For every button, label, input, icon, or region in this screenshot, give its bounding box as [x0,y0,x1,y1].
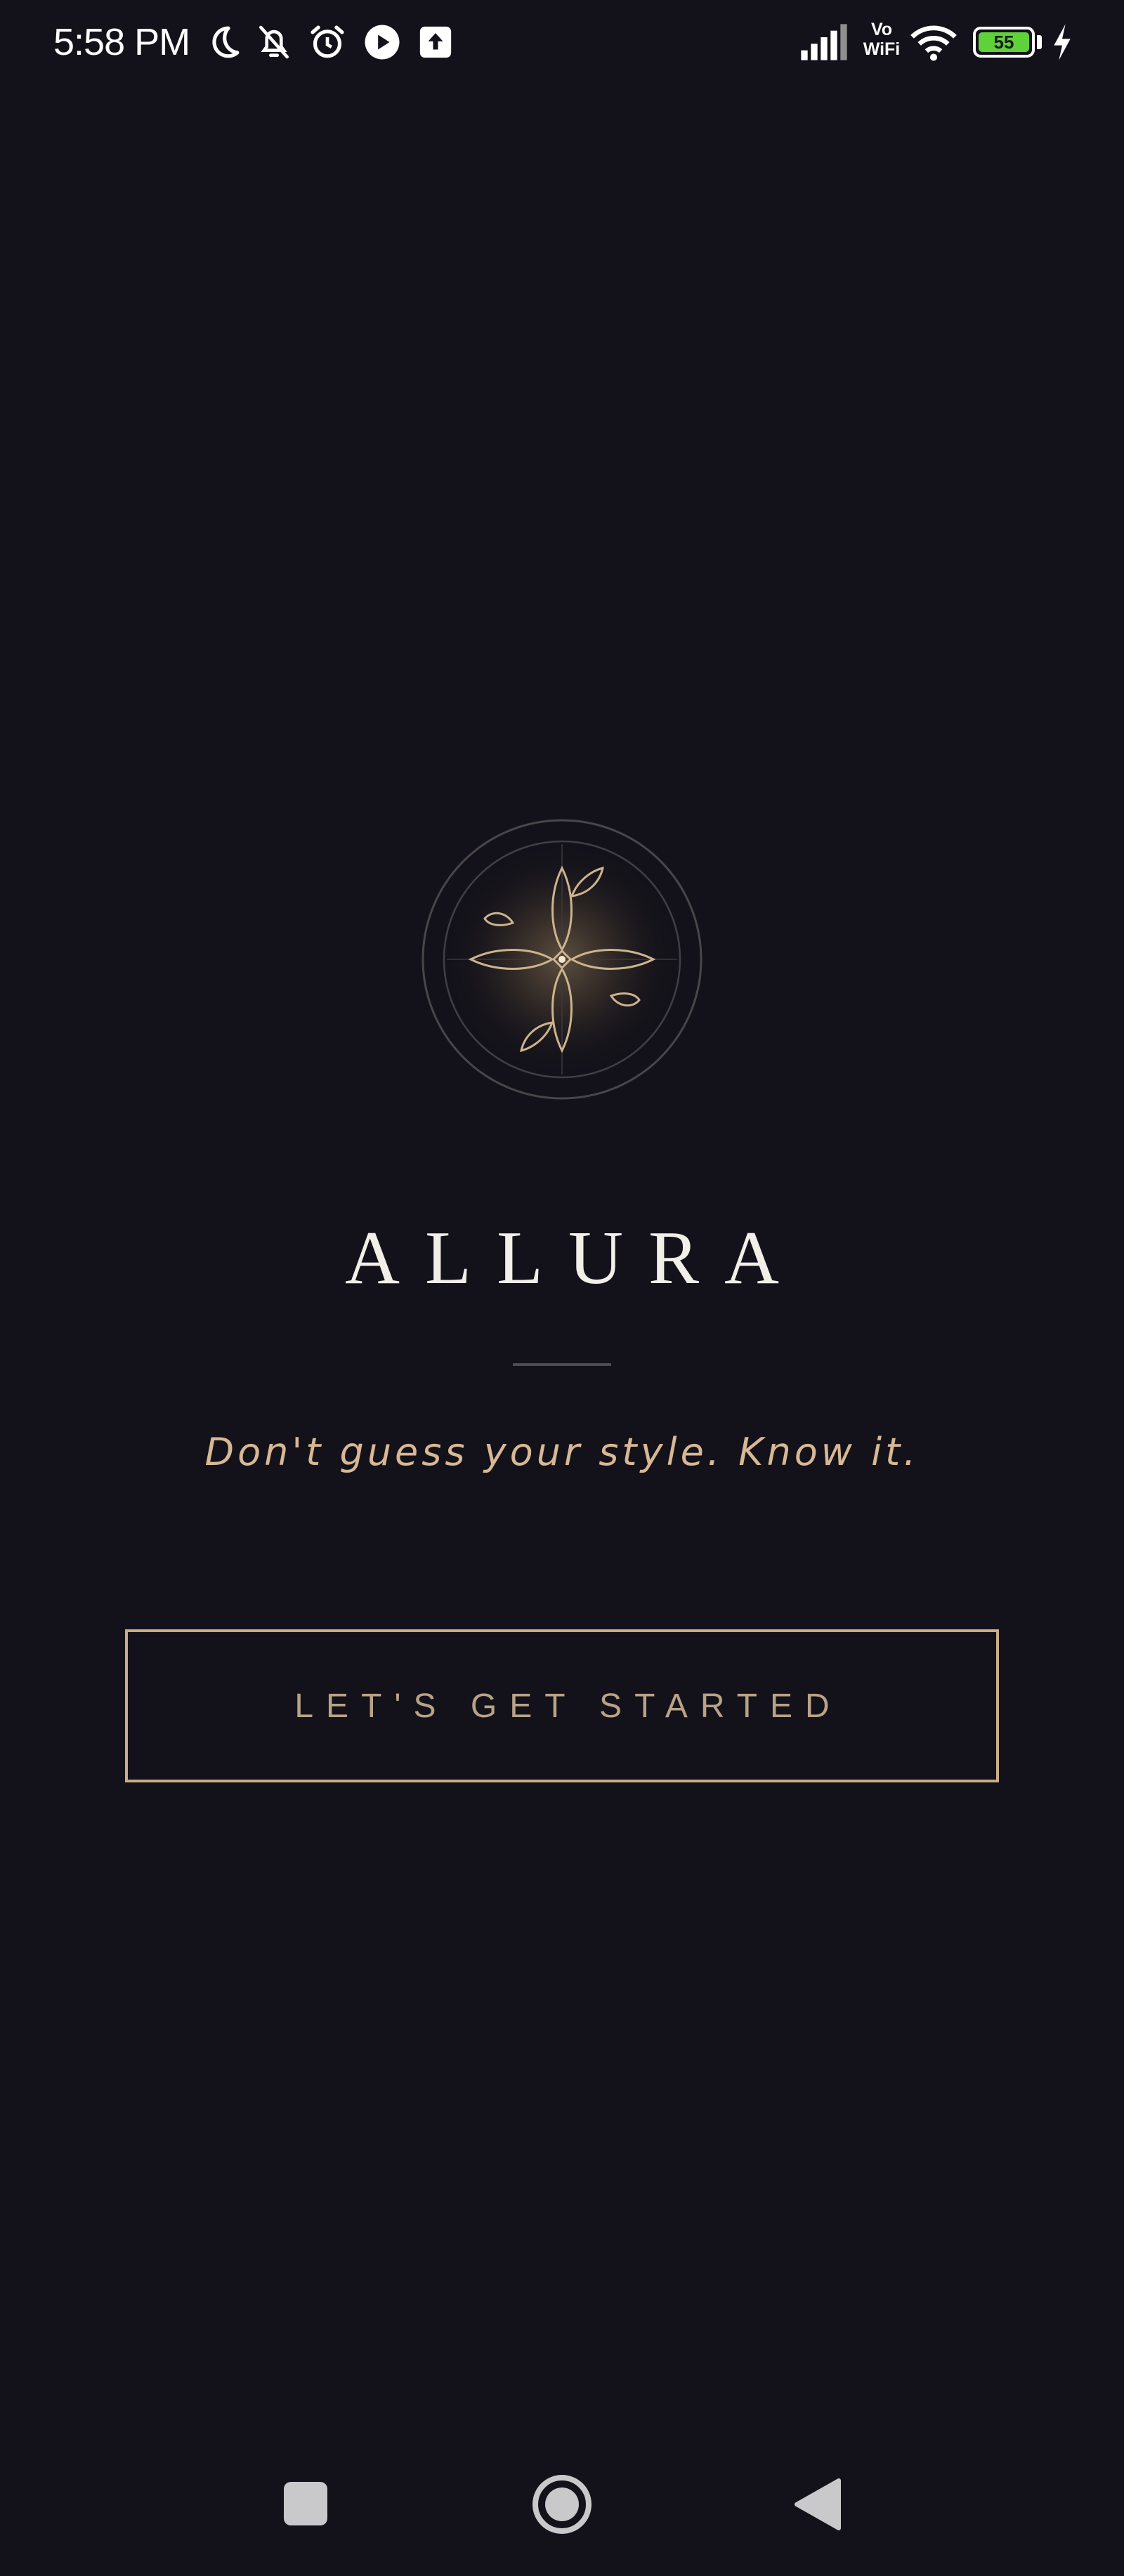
wifi-icon [910,22,957,62]
recents-button[interactable] [284,2482,327,2525]
back-button[interactable] [792,2476,842,2532]
battery-tip [1037,35,1042,49]
battery-icon: 55 [973,27,1035,58]
vowifi-bottom: WiFi [863,39,901,59]
status-bar: 5:58 PM Vo WiFi 55 [0,0,1124,84]
signal-icon [798,22,850,62]
tagline: Don't guess your style. Know it. [204,1430,920,1474]
battery-level: 55 [979,32,1029,52]
brand-title: ALLURA [345,1216,804,1300]
moon-icon [204,22,243,62]
status-time: 5:58 PM [53,21,190,63]
get-started-button[interactable]: LET'S GET STARTED [125,1629,999,1782]
title-divider [513,1363,611,1366]
navigation-bar [0,2430,1124,2576]
floral-emblem-icon [419,816,705,1103]
upload-icon [416,22,455,62]
home-button[interactable] [531,2473,593,2535]
alarm-icon [308,22,347,62]
splash-screen: 5:58 PM Vo WiFi 55 ALLURA Don't guess yo… [0,0,1124,2576]
bell-off-icon [254,22,294,62]
charging-icon [1050,22,1075,62]
play-icon [362,22,402,62]
vowifi-icon: Vo WiFi [857,20,906,59]
get-started-label: LET'S GET STARTED [294,1687,842,1725]
vowifi-top: Vo [870,20,893,39]
